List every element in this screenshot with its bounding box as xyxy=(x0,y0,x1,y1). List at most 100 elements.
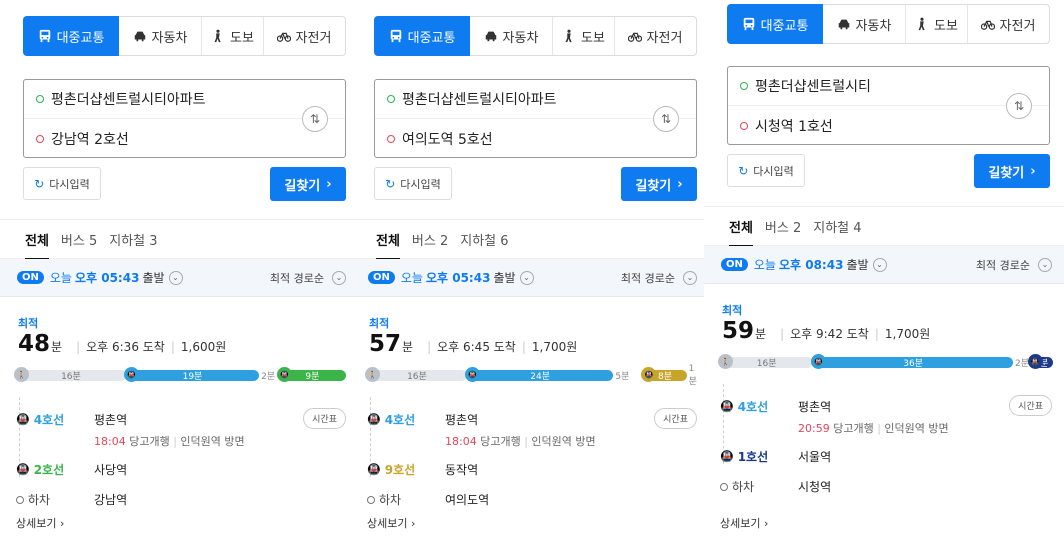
departure-time-bar: ON 오늘 오후 08:43 출발 ⌄ 최적 경로순 ⌄ xyxy=(704,246,1064,284)
mode-tab-walk[interactable]: 도보 xyxy=(201,17,263,55)
depart-label: 출발 xyxy=(142,271,165,285)
chevron-down-icon[interactable]: ⌄ xyxy=(872,257,887,272)
origin-field[interactable]: 평촌더샵센트럴시티 xyxy=(728,67,1049,106)
result-tab-1[interactable]: 버스 2 xyxy=(765,217,801,236)
transit-icon xyxy=(38,29,52,43)
train-info: 18:04 당고개행 | 인덕원역 방면 xyxy=(94,435,245,448)
result-tab-2[interactable]: 지하철 4 xyxy=(813,217,861,236)
bar-segment-walk: 16분 🚶 xyxy=(14,367,126,382)
departure-time[interactable]: 오후 08:43 xyxy=(779,256,843,273)
reset-button[interactable]: ↻ 다시입력 xyxy=(727,154,805,187)
divider: | xyxy=(874,327,879,341)
route-panel-1: 대중교통 자동차 도보 자전거평촌더샵센트럴시티아파트 강남역 2호선 ⇅ ↻ 다시입력 길찾기… xyxy=(0,0,358,537)
best-badge: 최적 xyxy=(722,304,743,317)
segment-duration: 8분 xyxy=(658,372,673,382)
subway-icon: 🚇 xyxy=(123,367,139,382)
swap-icon: ⇅ xyxy=(1013,99,1025,113)
swap-button[interactable]: ⇅ xyxy=(302,106,328,132)
mode-tab-transit[interactable]: 대중교통 xyxy=(727,4,823,44)
mode-label: 자동차 xyxy=(151,30,188,46)
origin-field[interactable]: 평촌더샵센트럴시티아파트 xyxy=(24,80,345,119)
sort-dropdown[interactable]: 최적 경로순 ⌄ xyxy=(621,270,697,286)
chevron-down-icon[interactable]: ⌄ xyxy=(168,270,183,285)
result-tabs: 전체 버스 2 지하철 4 xyxy=(704,206,1064,247)
mode-tab-car[interactable]: 자동차 xyxy=(470,17,552,55)
divider: | xyxy=(76,340,81,354)
line-name: 하차 xyxy=(367,491,445,508)
car-icon xyxy=(484,29,498,43)
detail-link[interactable]: 상세보기 › xyxy=(367,515,415,531)
depart-label: 출발 xyxy=(493,271,516,285)
mode-tab-bike[interactable]: 자전거 xyxy=(967,5,1048,43)
departure-time[interactable]: 오후 05:43 xyxy=(75,269,139,286)
fare: 1,600원 xyxy=(180,340,227,354)
mode-tab-transit[interactable]: 대중교통 xyxy=(374,16,470,56)
chevron-right-icon: › xyxy=(677,176,683,192)
result-tab-0[interactable]: 전체 xyxy=(25,230,49,260)
refresh-icon: ↻ xyxy=(34,176,45,191)
sort-dropdown[interactable]: 최적 경로순 ⌄ xyxy=(976,257,1052,273)
origin-field[interactable]: 평촌더샵센트럴시티아파트 xyxy=(375,80,696,119)
on-toggle[interactable]: ON xyxy=(17,271,44,284)
origin-dot-icon xyxy=(740,82,748,90)
divider: | xyxy=(521,340,526,354)
swap-button[interactable]: ⇅ xyxy=(653,106,679,132)
line-name: 🚇 4호선 xyxy=(367,413,416,427)
mode-tab-bike[interactable]: 자전거 xyxy=(614,17,695,55)
mode-tab-bike[interactable]: 자전거 xyxy=(263,17,344,55)
timetable-button[interactable]: 시간표 xyxy=(303,408,346,429)
result-tab-1[interactable]: 버스 2 xyxy=(412,230,448,249)
route-input-box: 평촌더샵센트럴시티아파트 강남역 2호선 ⇅ xyxy=(23,79,346,158)
departure-time[interactable]: 오후 05:43 xyxy=(426,269,490,286)
route-result[interactable]: 최적59분|오후 9:42 도착|1,700원16분🚶36분🚇2분2분🚇🚇4호선… xyxy=(704,284,1064,537)
result-tab-2[interactable]: 지하철 3 xyxy=(109,230,157,249)
detail-link[interactable]: 상세보기 › xyxy=(720,515,768,531)
timetable-button[interactable]: 시간표 xyxy=(1009,395,1052,416)
swap-button[interactable]: ⇅ xyxy=(1006,93,1032,119)
train-info: 20:59 당고개행 | 인덕원역 방면 xyxy=(798,422,949,435)
search-route-button[interactable]: 길찾기 › xyxy=(270,167,346,201)
depart-label: 출발 xyxy=(846,258,869,272)
search-route-button[interactable]: 길찾기 › xyxy=(974,154,1050,188)
detail-link[interactable]: 상세보기 › xyxy=(16,515,64,531)
destination-field[interactable]: 시청역 1호선 xyxy=(728,106,1049,145)
mode-label: 자동차 xyxy=(855,18,892,34)
fare: 1,700원 xyxy=(531,340,578,354)
result-tab-0[interactable]: 전체 xyxy=(729,217,753,247)
line-name: 🚇 4호선 xyxy=(16,413,65,427)
chevron-right-icon: › xyxy=(1030,163,1036,179)
search-label: 길찾기 xyxy=(284,178,321,194)
stop-icon xyxy=(16,495,24,504)
mode-tab-car[interactable]: 자동차 xyxy=(119,17,201,55)
destination-field[interactable]: 강남역 2호선 xyxy=(24,119,345,158)
mode-tab-walk[interactable]: 도보 xyxy=(905,5,967,43)
reset-button[interactable]: ↻ 다시입력 xyxy=(23,167,101,200)
bar-segment-walk: 16분 🚶 xyxy=(365,367,467,382)
route-panel-2: 대중교통 자동차 도보 자전거평촌더샵센트럴시티아파트여의도역 5호선 ⇅ ↻ 다시입력 길찾… xyxy=(351,0,709,537)
swap-icon: ⇅ xyxy=(660,112,672,126)
time-breakdown-bar: 16분 🚶 19분 🚇 2분 9분 🚇 xyxy=(14,367,349,383)
on-toggle[interactable]: ON xyxy=(368,271,395,284)
mode-tab-car[interactable]: 자동차 xyxy=(823,5,905,43)
destination-field[interactable]: 여의도역 5호선 xyxy=(375,119,696,158)
bike-icon xyxy=(276,29,291,43)
chevron-down-icon[interactable]: ⌄ xyxy=(519,270,534,285)
result-tab-2[interactable]: 지하철 6 xyxy=(460,230,508,249)
route-result[interactable]: 최적 48 분 | 오후 6:36 도착 | 1,600원 16분 🚶 19분 🚇 2분 9분 🚇 🚇 4호선… xyxy=(0,297,358,537)
mode-tab-transit[interactable]: 대중교통 xyxy=(23,16,119,56)
result-tab-1[interactable]: 버스 5 xyxy=(61,230,97,249)
mode-tab-walk[interactable]: 도보 xyxy=(552,17,614,55)
route-summary: 59 분 | 오후 9:42 도착 | 1,700원 xyxy=(722,318,930,344)
route-summary: 57 분 | 오후 6:45 도착 | 1,700원 xyxy=(369,331,577,357)
station-name: 강남역 xyxy=(94,493,128,507)
route-result[interactable]: 최적 57 분 | 오후 6:45 도착 | 1,700원 16분 🚶 24분 🚇 5분 8분 🚇 1분 🚇 4… xyxy=(351,297,709,537)
arrival-time: 오후 6:36 도착 xyxy=(86,340,165,354)
reset-button[interactable]: ↻ 다시입력 xyxy=(374,167,452,200)
result-tab-0[interactable]: 전체 xyxy=(376,230,400,260)
origin-text: 평촌더샵센트럴시티아파트 xyxy=(402,92,557,108)
search-route-button[interactable]: 길찾기 › xyxy=(621,167,697,201)
on-toggle[interactable]: ON xyxy=(721,258,748,271)
timetable-button[interactable]: 시간표 xyxy=(654,408,697,429)
line-name: 🚇 1호선 xyxy=(720,450,769,464)
sort-dropdown[interactable]: 최적 경로순 ⌄ xyxy=(270,270,346,286)
